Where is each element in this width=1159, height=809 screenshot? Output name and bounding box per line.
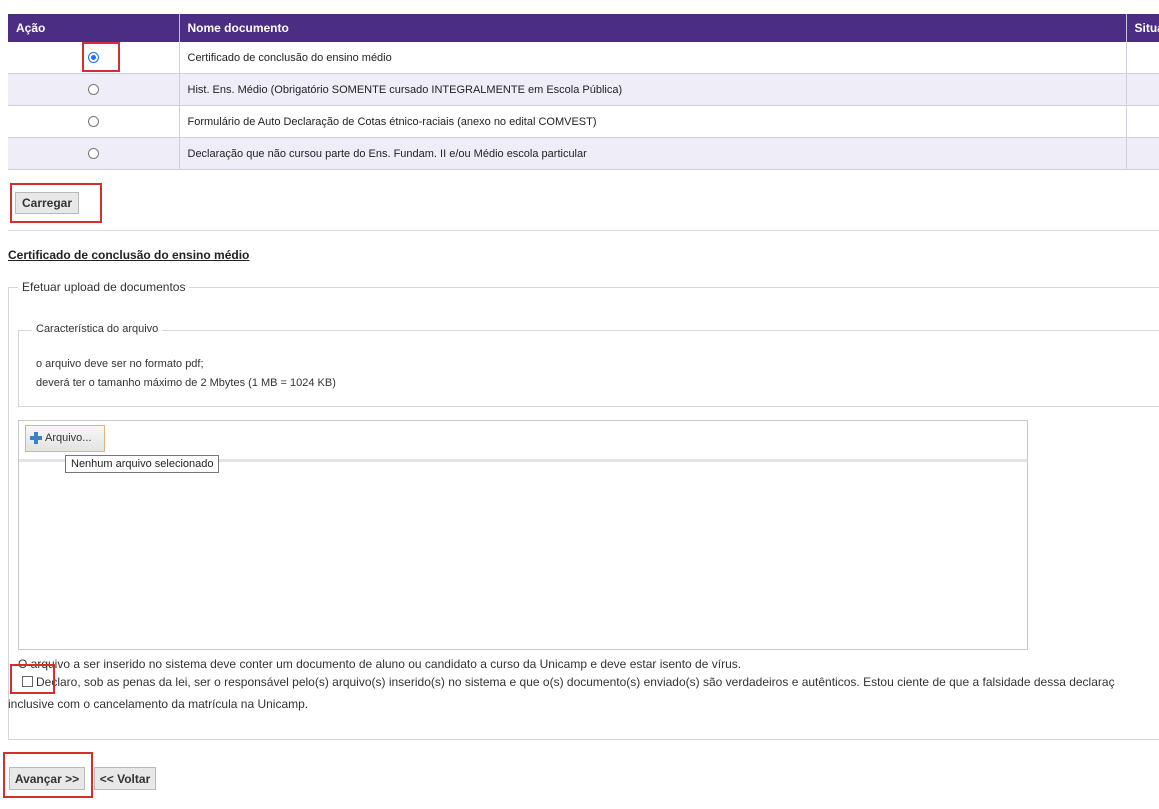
document-radio-historico[interactable]: [87, 84, 99, 96]
section-title: Certificado de conclusão do ensino médio: [8, 248, 250, 262]
row-action-cell: [8, 105, 180, 138]
row-status-cell: [1126, 137, 1159, 170]
file-rule-format: o arquivo deve ser no formato pdf;: [36, 358, 204, 370]
fieldset-char-legend: Característica do arquivo: [32, 323, 163, 335]
row-document-name: Certificado de conclusão do ensino médio: [179, 42, 1127, 74]
add-file-button[interactable]: Arquivo...: [25, 425, 105, 452]
fieldset-upload-border-bottom: [8, 739, 1159, 740]
declaration-text-line2: inclusive com o cancelamento da matrícul…: [8, 697, 309, 711]
row-status-cell: [1126, 42, 1159, 74]
table-row: Formulário de Auto Declaração de Cotas é…: [8, 105, 1159, 138]
document-radio-declaracao-particular[interactable]: [87, 148, 99, 160]
table-row: Certificado de conclusão do ensino médio: [8, 42, 1159, 74]
divider: [8, 230, 1159, 231]
row-status-cell: [1126, 73, 1159, 106]
no-file-tooltip: Nenhum arquivo selecionado: [65, 455, 220, 473]
documents-table: Ação Nome documento Situa Certificado de…: [8, 14, 1159, 170]
next-button[interactable]: Avançar >>: [9, 767, 85, 790]
carregar-button[interactable]: Carregar: [15, 192, 79, 214]
declaration-text-line1: Declaro, sob as penas da lei, ser o resp…: [36, 675, 1115, 689]
table-row: Hist. Ens. Médio (Obrigatório SOMENTE cu…: [8, 73, 1159, 106]
table-header-row: Ação Nome documento Situa: [8, 14, 1159, 42]
column-header-nome-documento: Nome documento: [179, 14, 1127, 42]
column-header-acao: Ação: [8, 14, 180, 42]
row-action-cell: [8, 137, 180, 170]
row-status-cell: [1126, 105, 1159, 138]
fieldset-upload-border-left: [8, 287, 9, 739]
document-radio-certificado[interactable]: [87, 52, 99, 64]
table-row: Declaração que não cursou parte do Ens. …: [8, 137, 1159, 170]
row-action-cell: [8, 42, 180, 74]
document-radio-formulario-cotas[interactable]: [87, 116, 99, 128]
row-document-name: Formulário de Auto Declaração de Cotas é…: [179, 105, 1127, 138]
fieldset-char-border-top: [18, 330, 1159, 331]
row-action-cell: [8, 73, 180, 106]
row-document-name: Declaração que não cursou parte do Ens. …: [179, 137, 1127, 170]
file-rule-size: deverá ter o tamanho máximo de 2 Mbytes …: [36, 377, 336, 389]
fieldset-char-border-left: [18, 330, 19, 406]
column-header-situacao: Situa: [1126, 14, 1159, 42]
fieldset-char-border-bottom: [18, 406, 1159, 407]
plus-icon: [30, 432, 42, 445]
upload-dropzone[interactable]: Arquivo... Nenhum arquivo selecionado: [18, 420, 1028, 650]
declaration-checkbox[interactable]: [22, 676, 33, 687]
back-button[interactable]: << Voltar: [94, 767, 156, 790]
virus-note: O arquivo a ser inserido no sistema deve…: [18, 657, 742, 671]
row-document-name: Hist. Ens. Médio (Obrigatório SOMENTE cu…: [179, 73, 1127, 106]
fieldset-upload-legend: Efetuar upload de documentos: [18, 280, 190, 294]
add-file-label: Arquivo...: [45, 432, 92, 444]
